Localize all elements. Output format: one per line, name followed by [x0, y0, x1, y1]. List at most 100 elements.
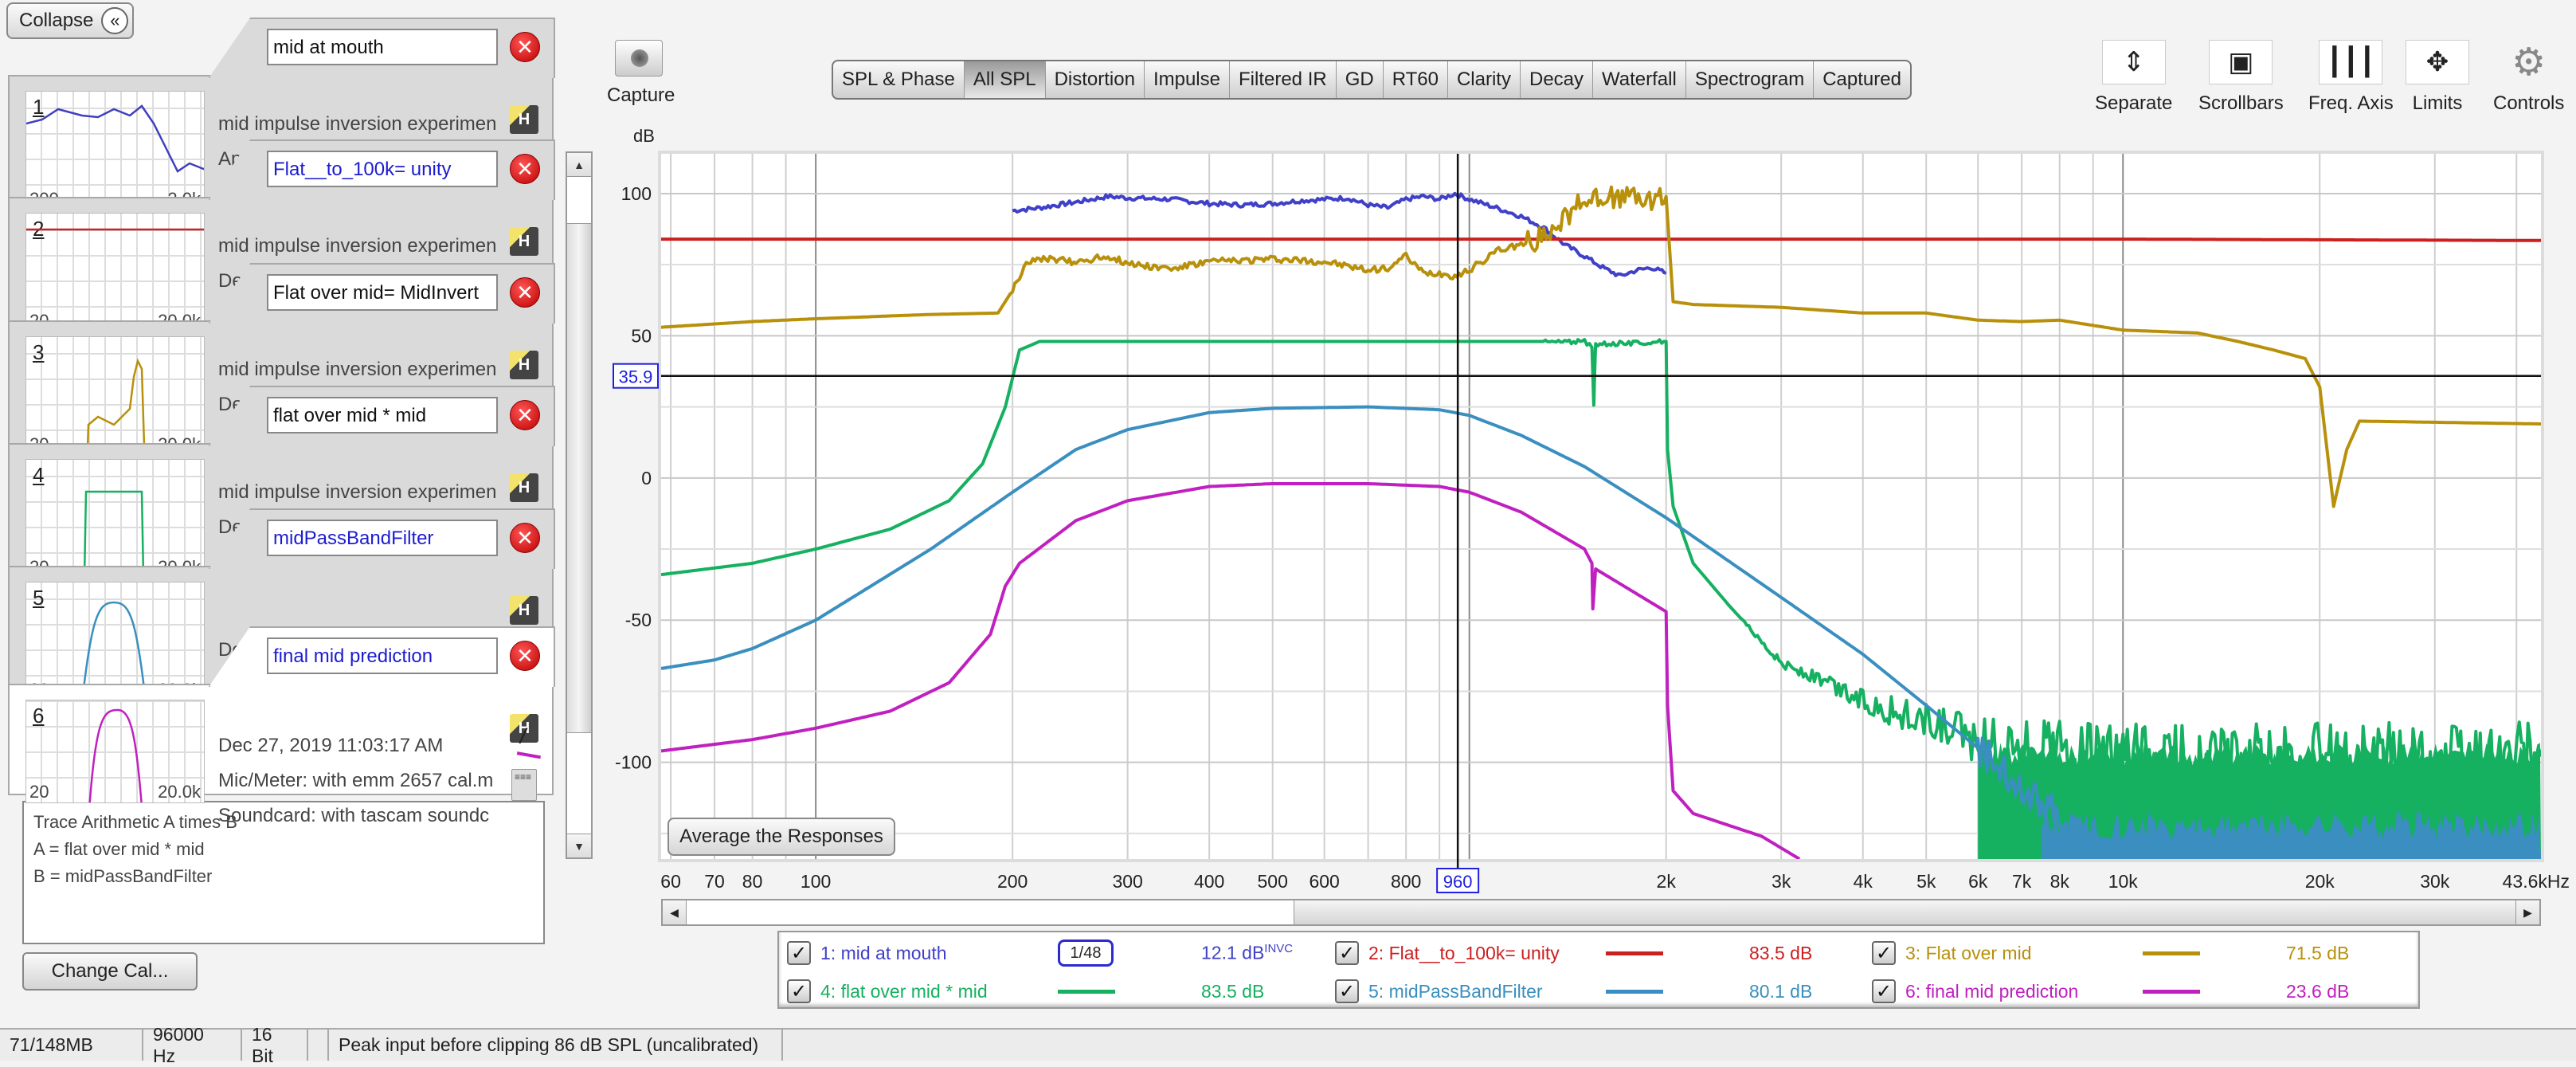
trace-visibility-checkbox[interactable]: ✓ [787, 941, 811, 965]
y-tick-label: 100 [621, 183, 652, 204]
memory-usage: 71/148MB [0, 1030, 143, 1061]
tab-all-spl[interactable]: All SPL [964, 61, 1046, 98]
trace-visibility-checkbox[interactable]: ✓ [1872, 979, 1896, 1003]
y-tick-label: -100 [615, 752, 652, 773]
tab-gd[interactable]: GD [1337, 61, 1384, 98]
double-chevron-left-icon: « [101, 7, 129, 34]
tab-spl-phase[interactable]: SPL & Phase [833, 61, 965, 98]
scrollbar-thumb[interactable] [1294, 900, 2520, 924]
save-icon[interactable]: H [510, 227, 538, 256]
legend-value: 83.5 dB [1201, 981, 1264, 1002]
tab-decay[interactable]: Decay [1521, 61, 1594, 98]
thumbnail-curve [86, 358, 146, 455]
tool-label: Separate [2095, 92, 2173, 114]
thumbnail-trace [86, 358, 146, 455]
tool-label: Controls [2493, 92, 2565, 114]
tab-clarity[interactable]: Clarity [1448, 61, 1521, 98]
cursor-x-readout: 960 [1443, 872, 1473, 892]
legend-swatch [2143, 989, 2200, 994]
measurement-name-input[interactable]: final mid prediction [267, 637, 498, 674]
pen-icon[interactable]: / [516, 723, 546, 759]
x-tick-label: 20k [2305, 871, 2335, 892]
legend-value-text: 83.5 dB [1201, 980, 1265, 1002]
scroll-right-icon[interactable]: ▶ [2515, 900, 2539, 924]
measurement-thumbnail[interactable]: 6 20 20.0k [25, 700, 205, 803]
close-icon[interactable]: ✕ [510, 523, 540, 553]
scroll-up-icon[interactable]: ▲ [567, 153, 591, 177]
tool-controls[interactable]: ⚙ Controls [2493, 40, 2564, 115]
average-responses-button[interactable]: Average the Responses [667, 818, 895, 856]
thumbnail-curve [26, 104, 204, 173]
tab-waterfall[interactable]: Waterfall [1593, 61, 1686, 98]
trace-visibility-checkbox[interactable]: ✓ [1872, 941, 1896, 965]
legend-item: ✓ 4: flat over mid * mid 83.5 dB [787, 975, 1313, 1007]
legend-label: 1: mid at mouth [820, 942, 947, 963]
close-icon[interactable]: ✕ [510, 641, 540, 671]
legend-swatch [1058, 989, 1115, 994]
legend-swatch [2143, 951, 2200, 955]
trace-visibility-checkbox[interactable]: ✓ [1335, 979, 1359, 1003]
save-icon[interactable]: H [510, 596, 538, 625]
measurement-list-scrollbar[interactable]: ▲ ▼ [566, 151, 593, 859]
measurement-name-input[interactable]: Flat over mid= MidInvert [267, 274, 498, 311]
scroll-down-icon[interactable]: ▼ [567, 834, 591, 857]
legend-item: ✓ 3: Flat over mid 71.5 dB [1872, 937, 2398, 969]
legend-label: 3: Flat over mid [1905, 942, 2032, 963]
gear-icon: ⚙ [2511, 41, 2547, 84]
save-icon[interactable]: H [510, 105, 538, 134]
measurement-thumbnail[interactable]: 12002.0k [25, 91, 205, 210]
legend-value: 80.1 dB [1749, 981, 1812, 1002]
tool-label: Freq. Axis [2308, 92, 2394, 114]
save-icon[interactable]: H [510, 351, 538, 379]
trace-visibility-checkbox[interactable]: ✓ [1335, 941, 1359, 965]
graph-tabs: SPL & Phase All SPL Distortion Impulse Filte… [832, 60, 1912, 100]
trace-visibility-checkbox[interactable]: ✓ [787, 979, 811, 1003]
measurement-name-input[interactable]: flat over mid * mid [267, 397, 498, 433]
tab-impulse[interactable]: Impulse [1145, 61, 1230, 98]
measurement-thumbnail[interactable]: 22020.0k [25, 213, 205, 332]
tab-captured[interactable]: Captured [1814, 61, 1910, 98]
measurement-line4: Soundcard: with tascam soundc [218, 805, 490, 826]
tool-freq-axis[interactable]: ┃┃┃ Freq. Axis [2308, 40, 2394, 115]
tool-separate[interactable]: ⇕ Separate [2095, 40, 2172, 115]
close-icon[interactable]: ✕ [510, 154, 540, 184]
x-tick-label: 300 [1112, 871, 1142, 892]
y-tick-label: 50 [631, 325, 652, 346]
smoothing-button[interactable]: 1/48 [1058, 940, 1114, 967]
legend-value-text: 71.5 dB [2286, 942, 2350, 963]
tab-rt60[interactable]: RT60 [1384, 61, 1448, 98]
close-icon[interactable]: ✕ [510, 400, 540, 430]
legend-label: 4: flat over mid * mid [820, 980, 988, 1002]
scrollbar-thumb[interactable] [567, 223, 591, 733]
measurement-name-input[interactable]: midPassBandFilter [267, 520, 498, 556]
x-tick-label: 43.6kHz [2503, 871, 2570, 892]
x-tick-label: 600 [1309, 871, 1339, 892]
tab-filtered-ir[interactable]: Filtered IR [1230, 61, 1337, 98]
scroll-left-icon[interactable]: ◀ [663, 900, 687, 924]
measurement-item[interactable]: final mid prediction ✕ 6 20 20.0k Dec 27, 201… [8, 626, 555, 826]
measurement-thumbnail[interactable]: 42020.0k [25, 459, 205, 579]
tool-scrollbars[interactable]: ▣ Scrollbars [2198, 40, 2284, 115]
close-icon[interactable]: ✕ [510, 277, 540, 308]
tab-spectrogram[interactable]: Spectrogram [1686, 61, 1815, 98]
legend-item: ✓ 6: final mid prediction 23.6 dB [1872, 975, 2398, 1007]
measurement-line1: mid impulse inversion experimen [218, 359, 497, 380]
notes-icon[interactable]: ≡≡≡ [511, 769, 537, 801]
measurement-thumbnail[interactable]: 32020.0k [25, 336, 205, 456]
tool-label: Limits [2412, 92, 2463, 114]
change-cal-button[interactable]: Change Cal... [22, 952, 198, 991]
legend-item: ✓ 2: Flat__to_100k= unity 83.5 dB [1335, 937, 1861, 969]
collapse-button[interactable]: Collapse « [6, 2, 134, 39]
legend-item: ✓ 1: mid at mouth 1/48 12.1 dBINVC [787, 937, 1313, 969]
measurement-name-input[interactable]: mid at mouth [267, 29, 498, 65]
series-line-2[interactable] [661, 237, 2541, 242]
legend-value: 23.6 dB [2286, 981, 2349, 1002]
frequency-scrollbar[interactable]: ◀ ▶ [661, 899, 2541, 926]
close-icon[interactable]: ✕ [510, 32, 540, 62]
legend-value-text: 80.1 dB [1749, 980, 1813, 1002]
save-icon[interactable]: H [510, 473, 538, 502]
capture-button[interactable]: Capture [607, 40, 675, 107]
measurement-name-input[interactable]: Flat__to_100k= unity [267, 151, 498, 187]
tool-limits[interactable]: ✥ Limits [2406, 40, 2469, 115]
tab-distortion[interactable]: Distortion [1046, 61, 1145, 98]
